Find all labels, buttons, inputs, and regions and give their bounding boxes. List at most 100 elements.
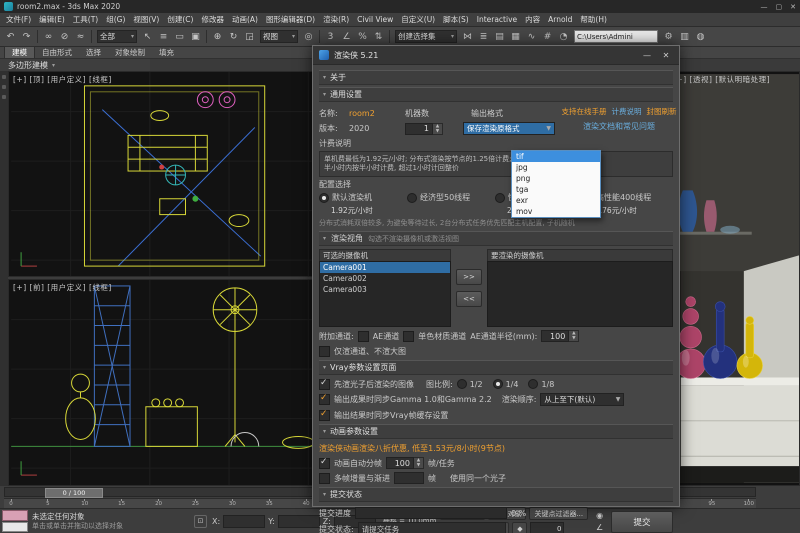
- camera-section-header[interactable]: ▾ 渲染视角 勾选不渲染摄像机或激活视图: [319, 231, 673, 246]
- photon-first-label[interactable]: 先渲光子后渲染的图像: [334, 379, 414, 390]
- viewport-perspective[interactable]: [+] [透视] [默认明暗处理]: [668, 71, 800, 486]
- menu-item[interactable]: 工具(T): [69, 14, 102, 25]
- bind-spacewarp-icon[interactable]: ≈: [73, 29, 88, 44]
- photon-first-checkbox[interactable]: [319, 379, 330, 390]
- select-object-icon[interactable]: ↖: [140, 29, 155, 44]
- format-option[interactable]: exr: [512, 195, 600, 206]
- dialog-close-button[interactable]: ✕: [659, 51, 673, 60]
- align-icon[interactable]: ≣: [476, 29, 491, 44]
- menu-item[interactable]: 动画(A): [228, 14, 262, 25]
- mono-material-label[interactable]: 单色材质通道: [418, 331, 466, 342]
- menu-item[interactable]: 编辑(E): [35, 14, 69, 25]
- only-channel-checkbox[interactable]: [319, 346, 330, 357]
- reference-coordinate-combo[interactable]: 视图▾: [260, 30, 298, 43]
- vray-sync-label[interactable]: 输出结果时同步Vray帧缓存设置: [334, 410, 448, 421]
- menu-item[interactable]: 图形编辑器(D): [262, 14, 319, 25]
- ratio-option[interactable]: 1/8: [528, 379, 554, 389]
- ae-channel-checkbox[interactable]: [358, 331, 369, 342]
- x-coordinate-field[interactable]: [223, 515, 265, 528]
- lock-selection-icon[interactable]: ⊡: [194, 515, 207, 528]
- menu-item[interactable]: 内容: [521, 14, 544, 25]
- rollout-submit[interactable]: ▾ 提交状态: [319, 487, 673, 502]
- viewport-front-label[interactable]: [+] [前] [用户定义] [线框]: [13, 282, 112, 293]
- undo-icon[interactable]: ↶: [3, 29, 18, 44]
- config-option[interactable]: 默认渲染机1.92元/小时: [319, 192, 407, 216]
- window-crossing-icon[interactable]: ▣: [188, 29, 203, 44]
- strip-icon[interactable]: [2, 95, 6, 99]
- increment-value-field[interactable]: [394, 472, 424, 484]
- ae-radius-value[interactable]: 100: [541, 330, 569, 342]
- menu-item[interactable]: Interactive: [473, 15, 521, 24]
- named-selection-sets-combo[interactable]: 创建选择集▾: [395, 30, 457, 43]
- render-order-combo[interactable]: 从上至下(默认) ▼: [540, 393, 624, 406]
- viewport-tab-strip[interactable]: [0, 71, 8, 486]
- format-option[interactable]: mov: [512, 206, 600, 217]
- ribbon-panel-polygon-modeling[interactable]: 多边形建模 ▾: [0, 59, 150, 71]
- config-radio[interactable]: [319, 193, 329, 203]
- menu-item[interactable]: 修改器: [197, 14, 228, 25]
- listener-script-pane[interactable]: [2, 522, 28, 533]
- strip-icon[interactable]: [2, 75, 6, 79]
- machines-spinner[interactable]: 1 ▲▼: [405, 123, 443, 135]
- submit-button[interactable]: 提交: [611, 511, 673, 533]
- same-photon-label[interactable]: 使用同一个光子: [450, 473, 506, 484]
- spinner-arrows-icon[interactable]: ▲▼: [569, 330, 579, 342]
- ribbon-tab-3[interactable]: 选择: [79, 47, 108, 58]
- spinner-arrows-icon[interactable]: ▲▼: [433, 123, 443, 135]
- listener-macro-pane[interactable]: [2, 510, 28, 521]
- format-option[interactable]: tif: [512, 151, 600, 162]
- use-pivot-center-icon[interactable]: ◎: [301, 29, 316, 44]
- menu-item[interactable]: 帮助(H): [576, 14, 611, 25]
- select-region-icon[interactable]: ▭: [172, 29, 187, 44]
- select-by-name-icon[interactable]: ≡: [156, 29, 171, 44]
- ratio-radio[interactable]: [493, 379, 503, 389]
- rollout-about[interactable]: ▾ 关于: [319, 70, 673, 85]
- schematic-view-icon[interactable]: #: [540, 29, 555, 44]
- rotate-icon[interactable]: ↻: [226, 29, 241, 44]
- refresh-link[interactable]: 封图刷新: [647, 106, 677, 117]
- menu-item[interactable]: 创建(C): [163, 14, 197, 25]
- percent-snap-icon[interactable]: %: [355, 29, 370, 44]
- docs-faq-link[interactable]: 渲染文档和常见问题: [583, 121, 655, 132]
- format-option[interactable]: tga: [512, 184, 600, 195]
- menu-item[interactable]: 文件(F): [2, 14, 35, 25]
- config-radio[interactable]: [495, 193, 505, 203]
- gamma-sync-label[interactable]: 输出成果时同步Gamma 1.0和Gamma 2.2: [334, 394, 492, 405]
- menu-item[interactable]: 自定义(U): [397, 14, 439, 25]
- strip-icon[interactable]: [2, 85, 6, 89]
- vray-sync-checkbox[interactable]: [319, 410, 330, 421]
- ratio-option[interactable]: 1/2: [457, 379, 483, 389]
- frames-per-task-spinner[interactable]: 100 ▲▼: [386, 457, 424, 469]
- config-radio[interactable]: [407, 193, 417, 203]
- frames-per-task-value[interactable]: 100: [386, 457, 414, 469]
- menu-item[interactable]: 视图(V): [129, 14, 163, 25]
- mono-material-checkbox[interactable]: [403, 331, 414, 342]
- spinner-snap-icon[interactable]: ⇅: [371, 29, 386, 44]
- rollout-vray[interactable]: ▾ Vray参数设置页面: [319, 360, 673, 375]
- scale-icon[interactable]: ◲: [242, 29, 257, 44]
- rollout-general[interactable]: ▾ 通用设置: [319, 87, 673, 102]
- menu-item[interactable]: Arnold: [544, 15, 576, 24]
- config-option[interactable]: 经济型50线程: [407, 192, 495, 216]
- curve-editor-icon[interactable]: ∿: [524, 29, 539, 44]
- add-camera-button[interactable]: >>: [456, 269, 482, 285]
- unlink-icon[interactable]: ⊘: [57, 29, 72, 44]
- ribbon-tab-4[interactable]: 对象绘制: [108, 47, 152, 58]
- only-channel-label[interactable]: 仅渲通道、不渲大图: [334, 346, 406, 357]
- selected-cameras-list[interactable]: [487, 261, 673, 327]
- ratio-radio[interactable]: [457, 379, 467, 389]
- time-slider-handle[interactable]: 0 / 100: [45, 488, 103, 498]
- menu-item[interactable]: 组(G): [102, 14, 129, 25]
- dialog-title-bar[interactable]: 渲染侠 5.21 — ✕: [313, 46, 679, 65]
- multiframe-increment-checkbox[interactable]: [319, 473, 330, 484]
- output-format-combo[interactable]: 保存渲染原格式 ▼: [463, 122, 555, 135]
- render-setup-icon[interactable]: ⚙: [661, 29, 676, 44]
- viewport-persp-label[interactable]: [+] [透视] [默认明暗处理]: [673, 74, 770, 85]
- ae-radius-spinner[interactable]: 100 ▲▼: [541, 330, 579, 342]
- support-manual-link[interactable]: 支持在线手册: [562, 106, 607, 117]
- auto-split-label[interactable]: 动画自动分帧: [334, 458, 382, 469]
- project-path-field[interactable]: C:\Users\Admini: [574, 30, 658, 43]
- angle-snap-icon[interactable]: ∠: [339, 29, 354, 44]
- render-frame-window-icon[interactable]: ▥: [677, 29, 692, 44]
- menu-item[interactable]: 脚本(S): [439, 14, 473, 25]
